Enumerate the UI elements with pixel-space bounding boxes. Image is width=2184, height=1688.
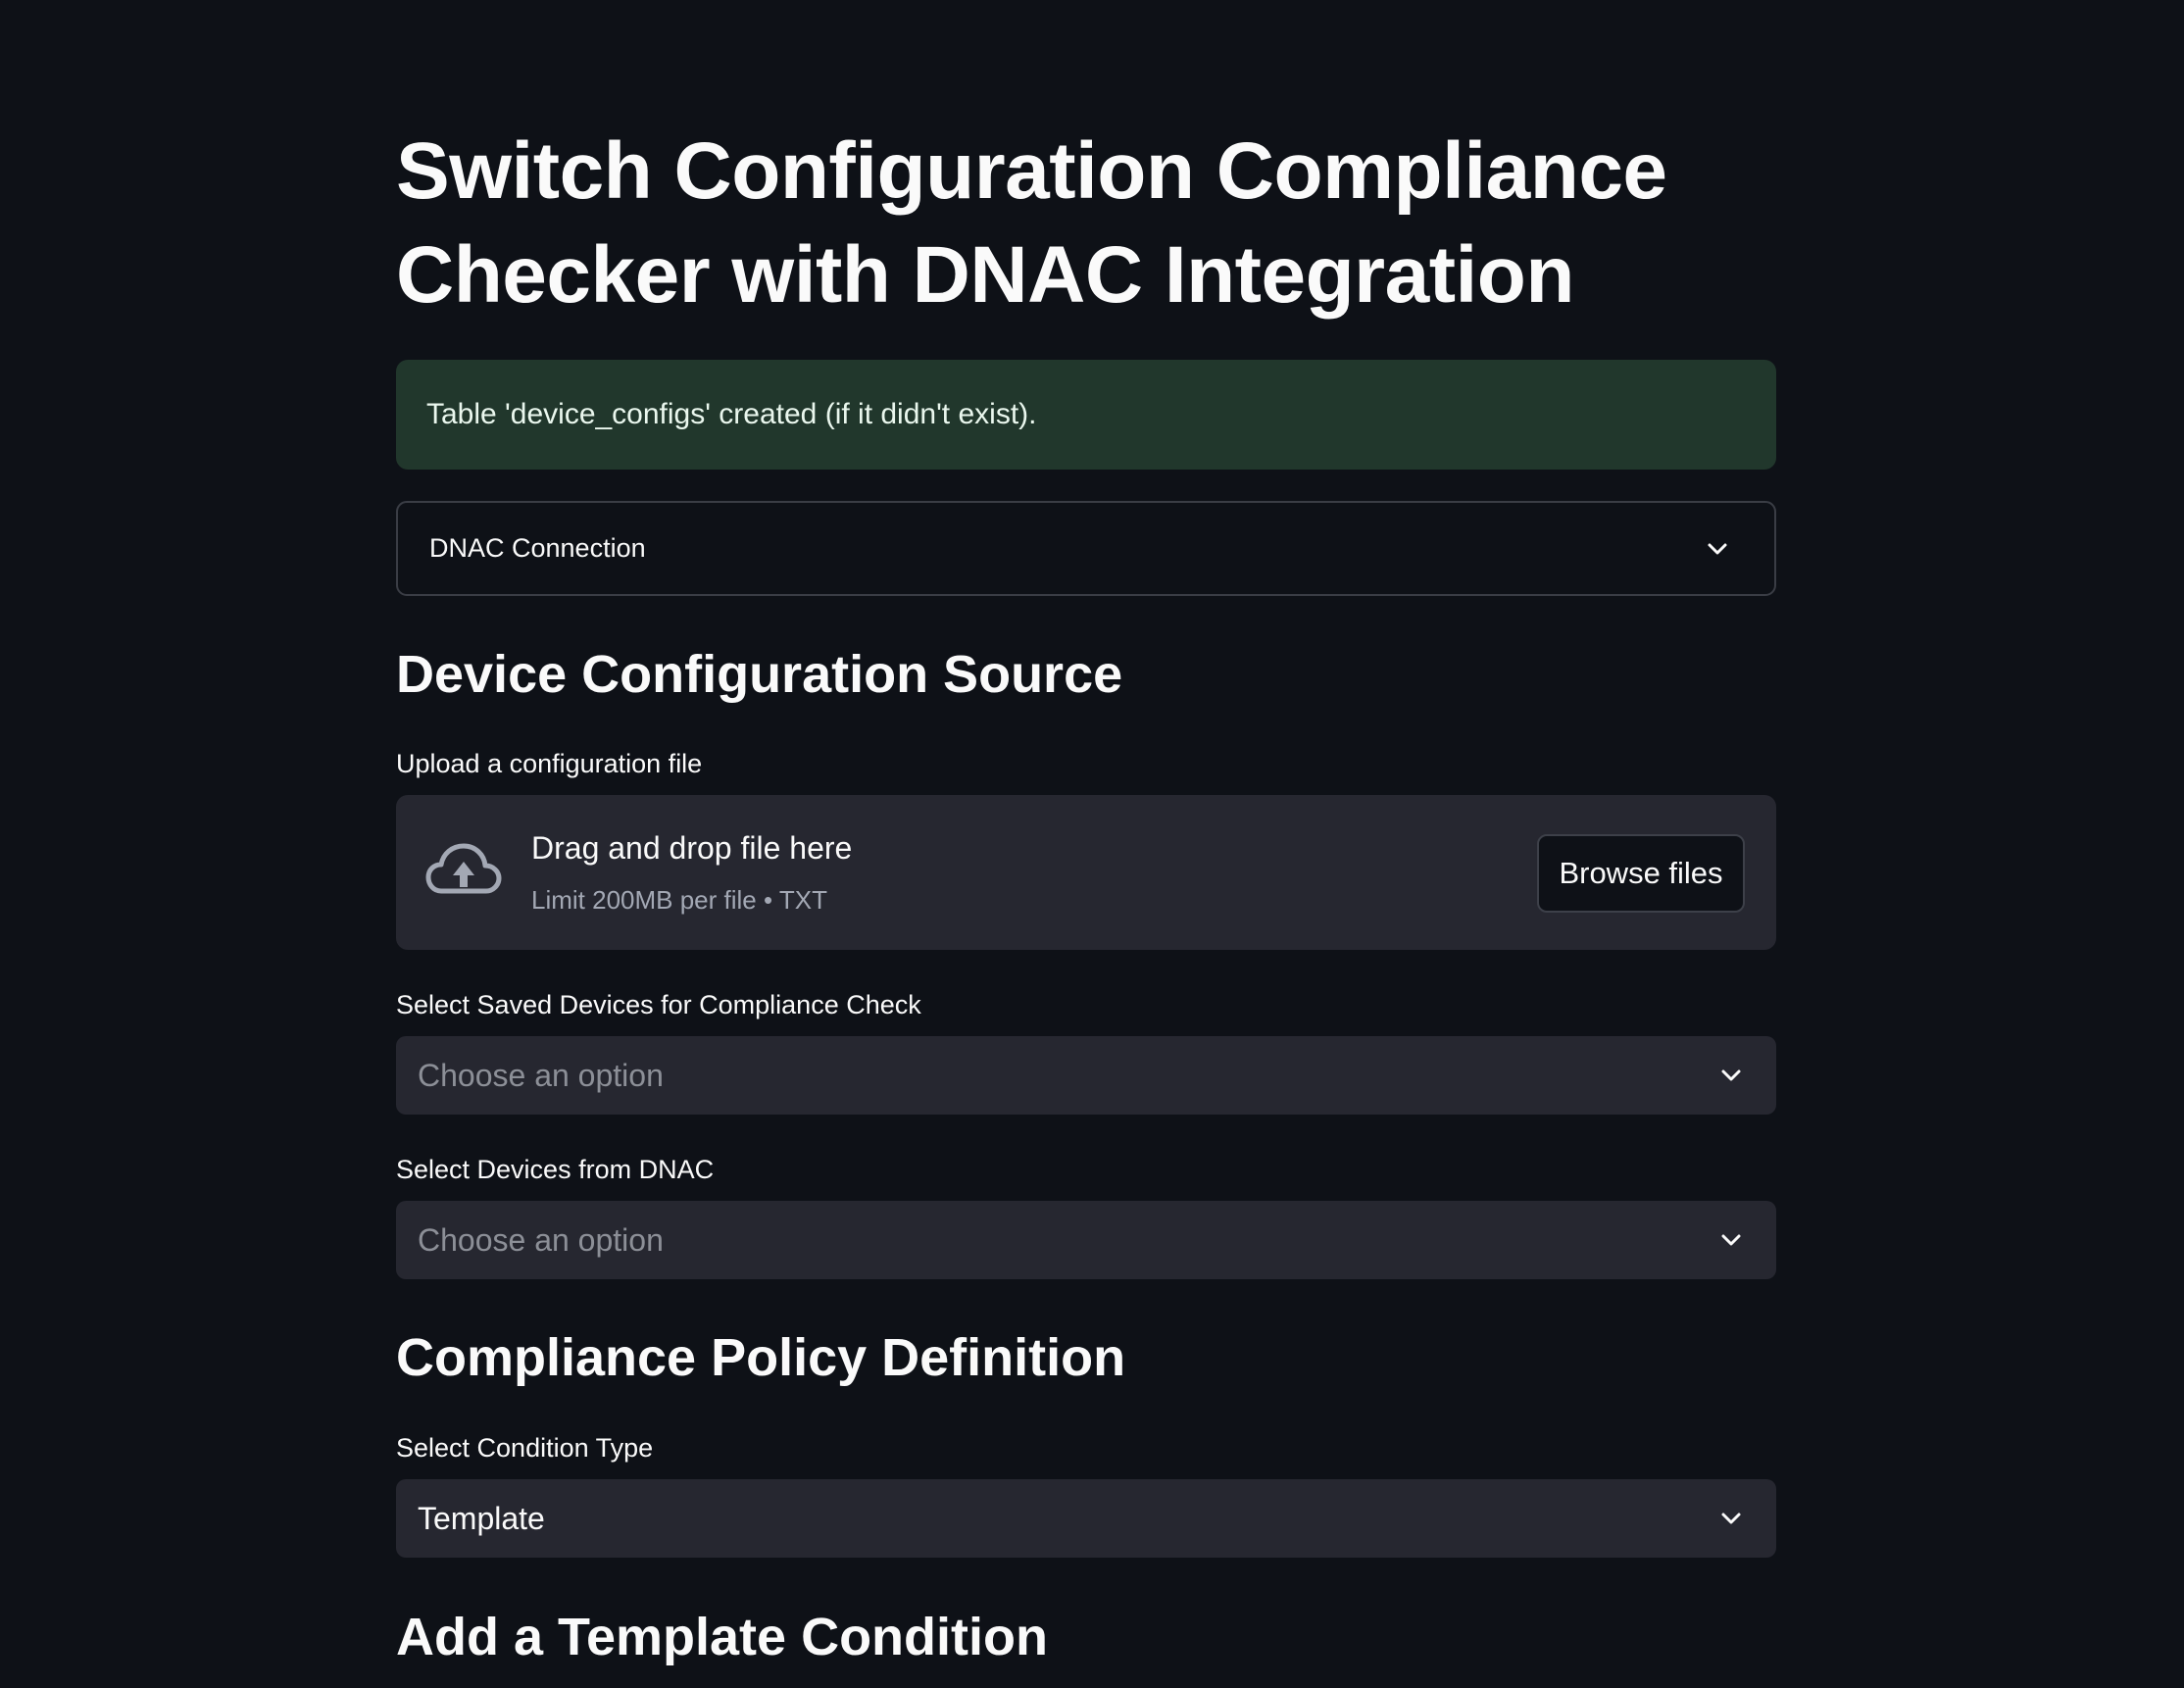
dropzone-limit-text: Limit 200MB per file • TXT <box>531 885 827 915</box>
file-dropzone[interactable]: Drag and drop file here Limit 200MB per … <box>396 795 1776 950</box>
chevron-down-icon <box>1721 1513 1741 1524</box>
dropzone-instructions: Drag and drop file here <box>531 830 853 866</box>
cloud-upload-icon <box>425 843 502 894</box>
expander-label: DNAC Connection <box>429 533 646 563</box>
condition-type-value: Template <box>418 1500 545 1536</box>
success-alert-text: Table 'device_configs' created (if it di… <box>426 398 1037 430</box>
dnac-devices-select[interactable]: Choose an option <box>396 1201 1776 1279</box>
page-title: Switch Configuration Compliance Checker … <box>396 126 1667 320</box>
saved-devices-placeholder: Choose an option <box>418 1057 664 1093</box>
upload-label: Upload a configuration file <box>396 749 703 778</box>
saved-devices-label: Select Saved Devices for Compliance Chec… <box>396 990 921 1019</box>
template-condition-heading: Add a Template Condition <box>396 1608 1048 1666</box>
dnac-devices-placeholder: Choose an option <box>418 1221 664 1258</box>
policy-heading: Compliance Policy Definition <box>396 1328 1126 1387</box>
dnac-devices-label: Select Devices from DNAC <box>396 1155 715 1184</box>
chevron-down-icon <box>1708 543 1727 554</box>
saved-devices-select[interactable]: Choose an option <box>396 1036 1776 1115</box>
success-alert: Table 'device_configs' created (if it di… <box>396 360 1776 470</box>
browse-files-button[interactable]: Browse files <box>1537 834 1745 913</box>
condition-type-label: Select Condition Type <box>396 1433 654 1463</box>
source-heading: Device Configuration Source <box>396 645 1123 704</box>
chevron-down-icon <box>1721 1069 1741 1081</box>
condition-type-select[interactable]: Template <box>396 1479 1776 1558</box>
chevron-down-icon <box>1721 1234 1741 1246</box>
dnac-connection-expander[interactable]: DNAC Connection <box>396 501 1776 596</box>
